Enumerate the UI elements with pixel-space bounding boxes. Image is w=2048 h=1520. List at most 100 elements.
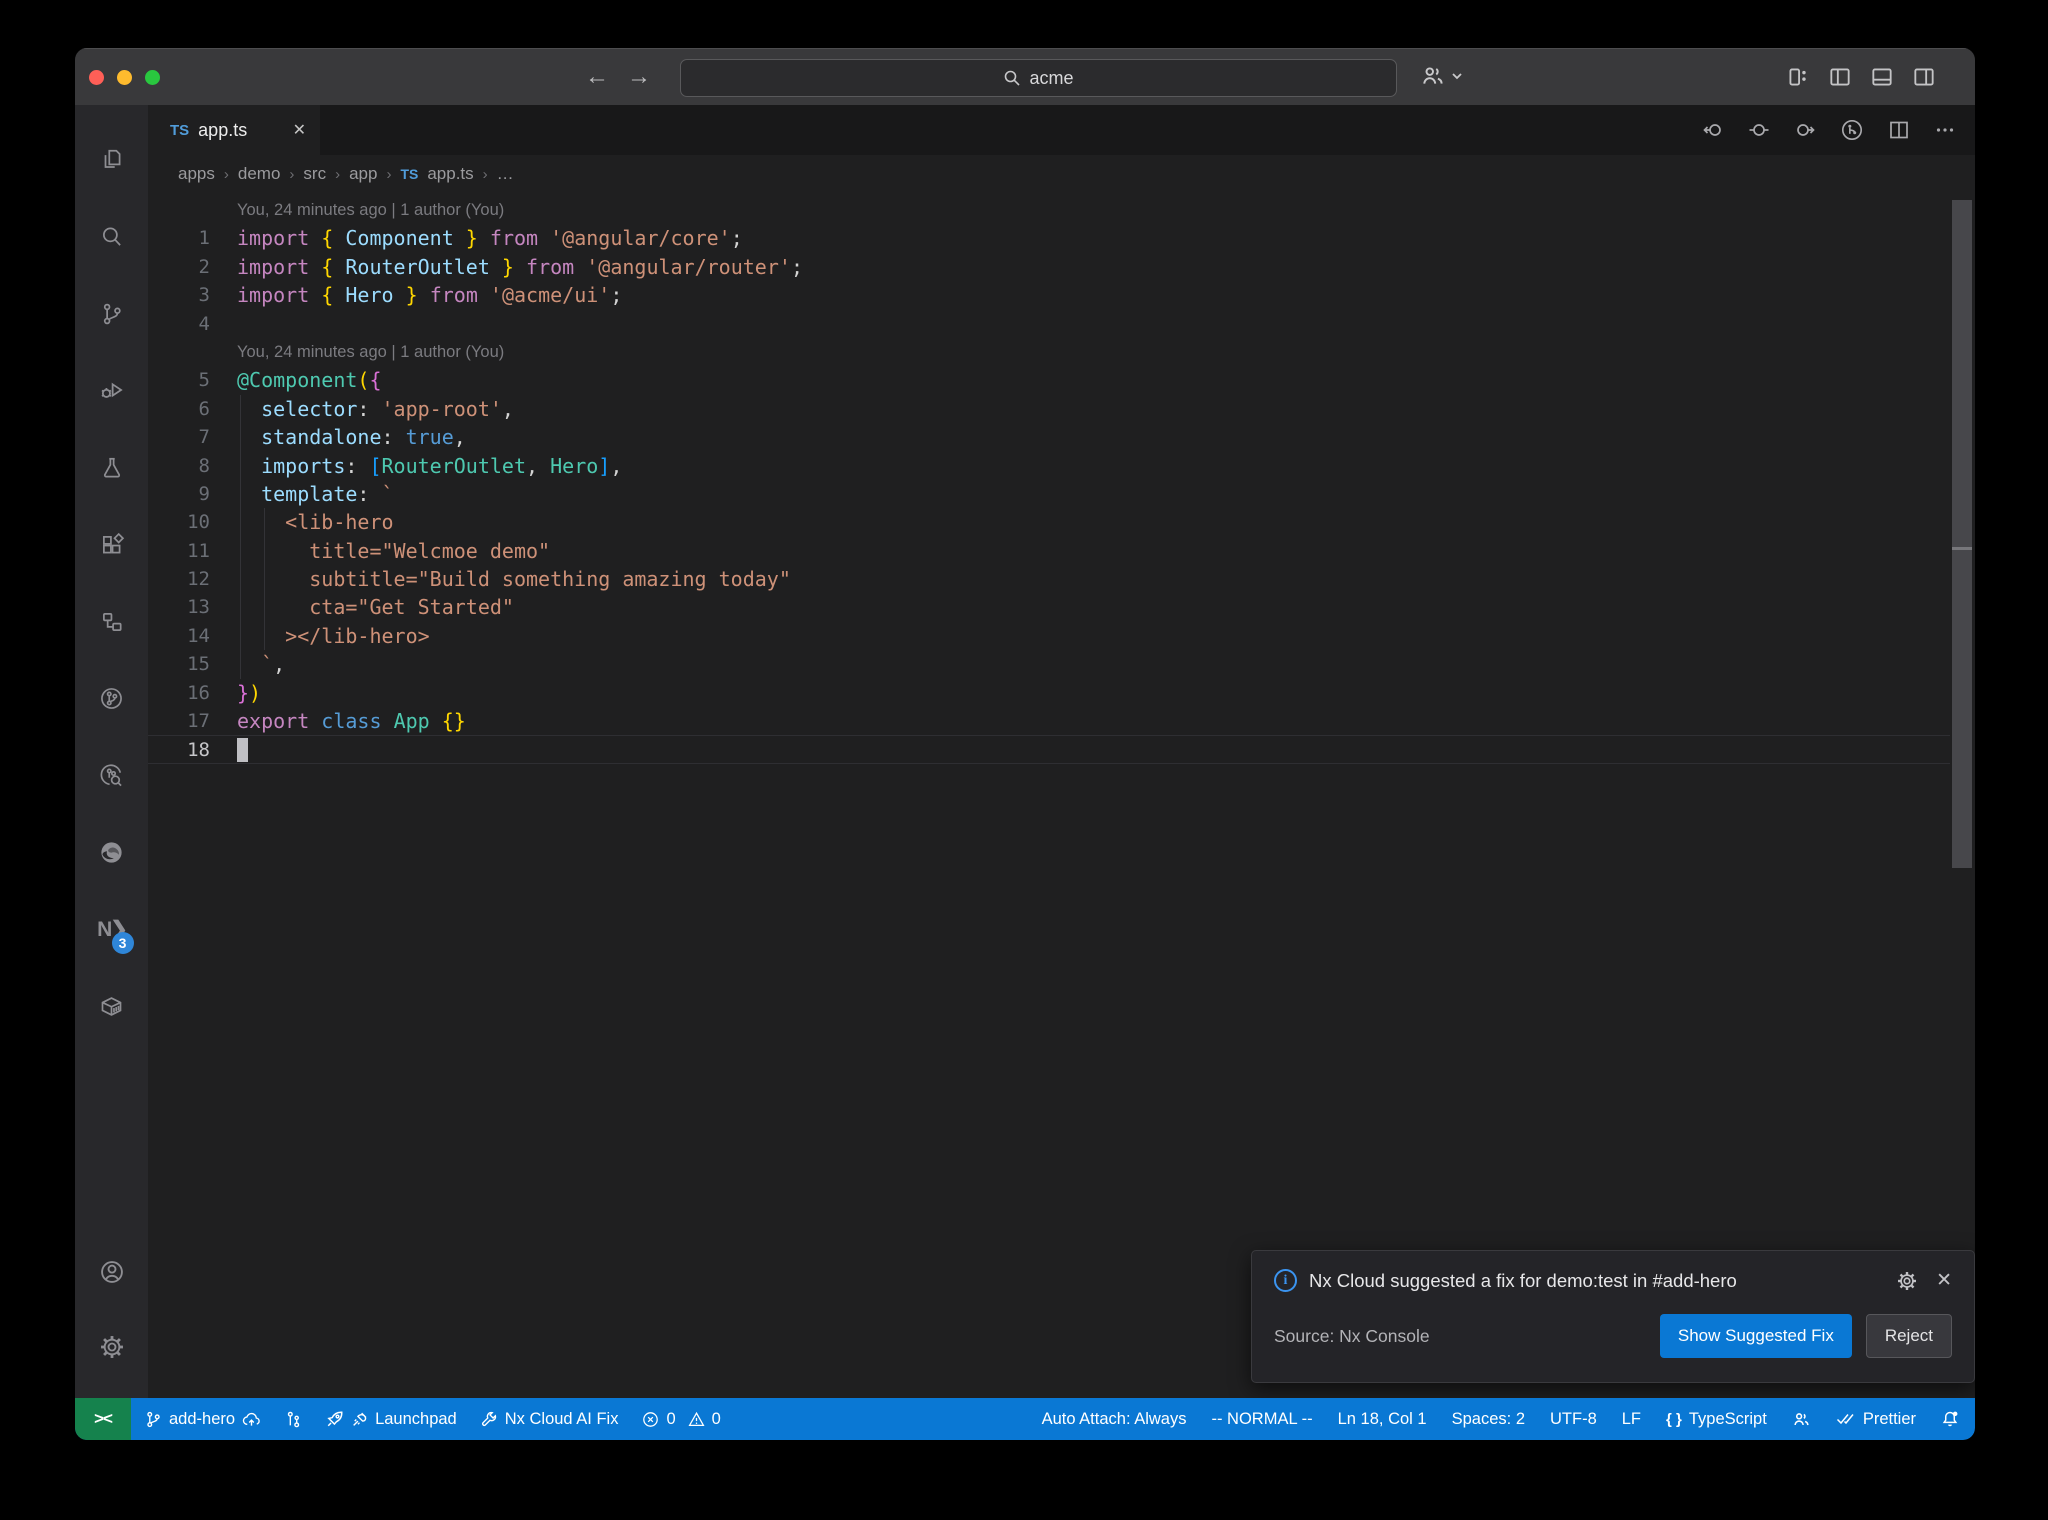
next-change-icon[interactable] [1793, 118, 1817, 142]
gitlens-graph-icon[interactable] [1839, 117, 1865, 143]
code-line[interactable]: 17 export class App {} [148, 707, 1950, 735]
breadcrumb-item[interactable]: apps [178, 164, 215, 184]
launchpad-status[interactable]: Launchpad [326, 1410, 457, 1429]
auto-attach-status[interactable]: Auto Attach: Always [1042, 1410, 1187, 1429]
code-line[interactable]: 2 import { RouterOutlet } from '@angular/… [148, 253, 1950, 281]
problems-status[interactable]: 0 0 [642, 1409, 721, 1429]
code-line[interactable]: 16}) [148, 679, 1950, 707]
breadcrumb-item[interactable]: demo [238, 164, 281, 184]
code-line[interactable]: 15 `, [148, 650, 1950, 679]
breadcrumb-item[interactable]: app [349, 164, 377, 184]
line-number: 9 [198, 482, 210, 505]
code-line[interactable]: 13 cta="Get Started" [148, 593, 1950, 622]
code-line[interactable]: 9 template: ` [148, 479, 1950, 509]
explorer-icon[interactable] [88, 121, 136, 198]
search-value: acme [1029, 67, 1074, 88]
breadcrumb-item[interactable]: src [303, 164, 326, 184]
code-line[interactable]: 14 ></lib-hero> [148, 621, 1950, 651]
code-line[interactable]: 7 standalone: true, [148, 423, 1950, 452]
line-number: 2 [198, 255, 210, 278]
chevron-right-icon: › [386, 165, 392, 183]
encoding-status[interactable]: UTF-8 [1550, 1410, 1597, 1429]
editor-region: TS app.ts ✕ apps › demo › src › app › TS… [148, 105, 1975, 1398]
code-line[interactable]: 18 [148, 735, 1950, 764]
source-control-icon[interactable] [88, 275, 136, 352]
dev-containers-icon[interactable] [88, 968, 136, 1045]
project-structure-icon[interactable] [88, 583, 136, 660]
indentation-status[interactable]: Spaces: 2 [1452, 1410, 1525, 1429]
show-suggested-fix-button[interactable]: Show Suggested Fix [1659, 1314, 1852, 1358]
chevron-right-icon: › [335, 165, 341, 183]
nx-console-icon[interactable]: N❯ 3 [88, 891, 136, 968]
breadcrumb-file[interactable]: app.ts [427, 164, 473, 184]
feedback-status[interactable] [1792, 1410, 1811, 1429]
toggle-primary-sidebar-icon[interactable] [1827, 64, 1853, 90]
formatter-status[interactable]: Prettier [1836, 1410, 1916, 1429]
settings-gear-icon[interactable] [88, 1309, 136, 1384]
back-arrow-icon[interactable]: ← [580, 49, 614, 106]
close-window-button[interactable] [89, 70, 104, 85]
git-branch-status[interactable]: add-hero [145, 1410, 261, 1429]
code-line[interactable]: 11 title="Welcmoe demo" [148, 536, 1950, 566]
line-number: 1 [198, 227, 210, 250]
toggle-panel-icon[interactable] [1869, 64, 1895, 90]
tab-close-icon[interactable]: ✕ [293, 120, 306, 140]
code-line[interactable]: 8 imports: [RouterOutlet, Hero], [148, 451, 1950, 480]
code-line[interactable]: 10 <lib-hero [148, 508, 1950, 537]
zoom-window-button[interactable] [145, 70, 160, 85]
indent-guide [264, 536, 265, 566]
notifications-bell-status[interactable] [1941, 1410, 1959, 1428]
warning-count: 0 [711, 1409, 721, 1428]
indent-guide [240, 650, 241, 679]
cursor-position-status[interactable]: Ln 18, Col 1 [1338, 1410, 1427, 1429]
previous-change-icon[interactable] [1701, 118, 1725, 142]
forward-arrow-icon[interactable]: → [622, 49, 656, 106]
extensions-icon[interactable] [88, 506, 136, 583]
editor-scrollbar[interactable] [1950, 153, 1975, 1398]
account-icon[interactable] [88, 1234, 136, 1309]
typescript-file-icon: TS [400, 166, 419, 182]
notification-close-icon[interactable]: ✕ [1936, 1269, 1952, 1292]
tab-bar: TS app.ts ✕ [148, 105, 1975, 155]
more-actions-icon[interactable] [1933, 118, 1957, 142]
indent-guide [264, 621, 265, 651]
scrollbar-thumb[interactable] [1952, 200, 1972, 868]
toggle-secondary-sidebar-icon[interactable] [1911, 64, 1937, 90]
code-line[interactable]: 12 subtitle="Build something amazing tod… [148, 565, 1950, 594]
search-icon[interactable] [88, 198, 136, 275]
split-editor-icon[interactable] [1887, 118, 1911, 142]
chevron-right-icon: › [223, 165, 229, 183]
line-number: 7 [198, 426, 210, 449]
current-change-icon[interactable] [1747, 118, 1771, 142]
language-mode-status[interactable]: { } TypeScript [1666, 1410, 1767, 1429]
code-line[interactable]: 1 import { Component } from '@angular/cor… [148, 224, 1950, 252]
run-and-debug-icon[interactable] [88, 352, 136, 429]
commit-graph-status[interactable] [285, 1411, 302, 1428]
eol-status[interactable]: LF [1622, 1410, 1641, 1429]
code-line[interactable]: 6 selector: 'app-root', [148, 394, 1950, 424]
edge-devtools-icon[interactable] [88, 814, 136, 891]
rocket-icon [327, 1411, 343, 1427]
code-line[interactable]: 4 [148, 310, 1950, 338]
indent-guide [240, 451, 241, 480]
vim-mode-status[interactable]: -- NORMAL -- [1211, 1410, 1312, 1429]
remote-indicator[interactable]: >< [75, 1398, 131, 1440]
customize-layout-icon[interactable] [1785, 64, 1811, 90]
command-center-search[interactable]: acme [680, 59, 1397, 97]
reject-button[interactable]: Reject [1865, 1314, 1952, 1358]
nx-cloud-ai-fix-status[interactable]: Nx Cloud AI Fix [481, 1410, 618, 1429]
minimize-window-button[interactable] [117, 70, 132, 85]
gitlens-inspect-icon[interactable] [88, 737, 136, 814]
testing-icon[interactable] [88, 429, 136, 506]
gitlens-icon[interactable] [88, 660, 136, 737]
notification-title: Nx Cloud suggested a fix for demo:test i… [1309, 1269, 1737, 1291]
line-number: 12 [187, 568, 210, 591]
breadcrumb-tail[interactable]: … [497, 164, 514, 184]
accounts-menu[interactable] [1420, 63, 1464, 89]
branch-name: add-hero [169, 1409, 236, 1428]
code-editor[interactable]: You, 24 minutes ago | 1 author (You) 1 imp… [148, 193, 1950, 1398]
code-line[interactable]: 5 @Component({ [148, 366, 1950, 394]
code-line[interactable]: 3 import { Hero } from '@acme/ui'; [148, 281, 1950, 309]
tab-app-ts[interactable]: TS app.ts ✕ [148, 105, 320, 155]
notification-settings-gear-icon[interactable] [1896, 1270, 1918, 1292]
